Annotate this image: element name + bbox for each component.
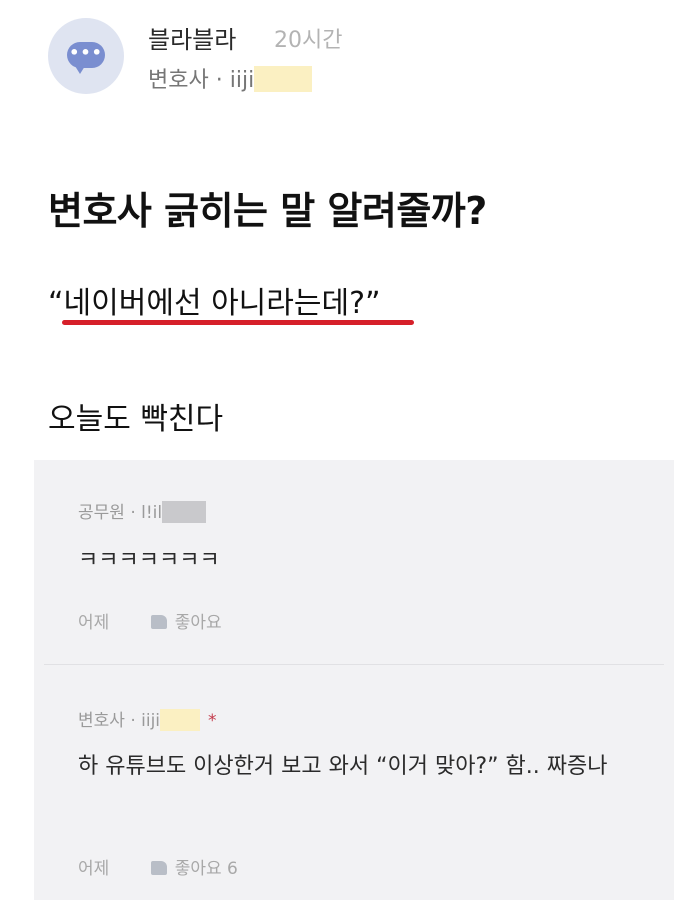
author-separator: · [215, 68, 223, 93]
author-id: iiji [229, 68, 255, 93]
post-author-mark: * [208, 711, 217, 731]
comment-text: ㅋㅋㅋㅋㅋㅋㅋ [78, 548, 220, 573]
comment-author: 변호사 · iiji * [78, 706, 217, 731]
comment-text: 하 유튜브도 이상한거 보고 와서 “이거 맞아?” 함.. 짜증나 [78, 754, 608, 779]
comment-time: 어제 [78, 859, 110, 879]
comment-author-job: 공무원 [78, 503, 125, 523]
author-id-mask [254, 66, 313, 92]
comment-footer: 어제 좋아요 [78, 608, 222, 633]
comment-author-separator: · [130, 503, 136, 523]
comment-footer: 어제 좋아요 6 [78, 854, 238, 879]
like-label: 좋아요 [174, 859, 222, 879]
comment-author-id: iiji [141, 711, 161, 731]
comment-author-id-mask [162, 501, 207, 523]
comment-section: 공무원 · l!il ㅋㅋㅋㅋㅋㅋㅋ 어제 좋아요 변호사 · iiji * 하 … [34, 460, 674, 900]
comment-author: 공무원 · l!il [78, 498, 207, 523]
post-title: 변호사 긁히는 말 알려줄까? [48, 189, 487, 233]
comment-author-job: 변호사 [78, 711, 125, 731]
like-button[interactable]: 좋아요 [150, 613, 222, 633]
comment-author-id: l!il [141, 503, 163, 523]
channel-avatar[interactable]: ••• [48, 18, 124, 94]
post-body: 오늘도 빡친다 [48, 402, 224, 437]
thumbs-up-icon [150, 615, 167, 629]
channel-name[interactable]: 블라블라 [148, 20, 236, 55]
quote-underline [62, 320, 414, 325]
comment-author-id-mask [160, 709, 201, 731]
post-header: ••• 블라블라 20시간 변호사 · iiji [48, 18, 668, 98]
like-count: 6 [227, 859, 238, 879]
like-label: 좋아요 [174, 613, 222, 633]
author-job: 변호사 [148, 68, 209, 93]
post-author: 변호사 · iiji [148, 62, 313, 94]
thumbs-up-icon [150, 861, 167, 875]
post-quote: “네이버에선 아니라는데?” [48, 286, 381, 321]
comment-author-separator: · [130, 711, 136, 731]
chat-bubble-icon: ••• [67, 42, 105, 74]
comment-divider [44, 664, 664, 665]
comment-time: 어제 [78, 613, 110, 633]
post-time: 20시간 [274, 28, 343, 53]
like-button[interactable]: 좋아요 6 [150, 859, 238, 879]
